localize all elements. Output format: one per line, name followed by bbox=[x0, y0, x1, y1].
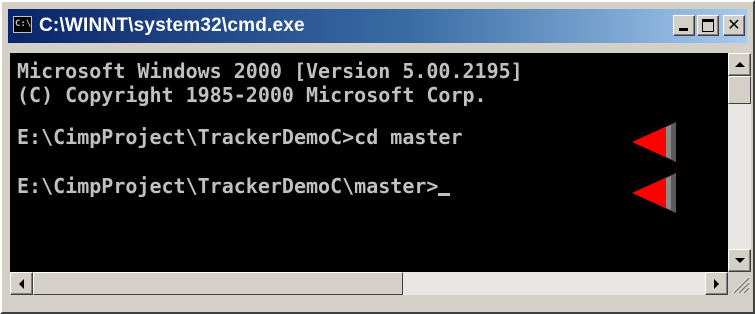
console-window-icon[interactable]: C:\ bbox=[13, 16, 32, 33]
scroll-right-arrow-icon bbox=[714, 279, 719, 289]
resize-grip[interactable] bbox=[728, 272, 751, 295]
console-output[interactable]: Microsoft Windows 2000 [Version 5.00.219… bbox=[10, 53, 728, 272]
window-title: C:\WINNT\system32\cmd.exe bbox=[39, 15, 305, 36]
maximize-button[interactable] bbox=[697, 15, 719, 36]
resize-grip-icon bbox=[732, 276, 750, 294]
title-bar[interactable]: C:\ C:\WINNT\system32\cmd.exe ✕ bbox=[8, 9, 747, 43]
text-cursor bbox=[438, 193, 451, 196]
scroll-up-arrow-icon bbox=[735, 62, 745, 67]
console-line-copyright: (C) Copyright 1985-2000 Microsoft Corp. bbox=[17, 83, 487, 107]
console-line-command: E:\CimpProject\TrackerDemoC>cd master bbox=[17, 125, 463, 149]
scroll-left-button[interactable] bbox=[10, 272, 33, 295]
minimize-icon bbox=[679, 28, 688, 31]
scroll-right-button[interactable] bbox=[705, 272, 728, 295]
close-icon: ✕ bbox=[727, 15, 741, 34]
red-arrow-pointer-icon bbox=[632, 122, 676, 162]
prompt-text: E:\CimpProject\TrackerDemoC\master> bbox=[17, 174, 439, 198]
scroll-down-arrow-icon bbox=[735, 258, 745, 263]
scroll-down-button[interactable] bbox=[728, 249, 751, 272]
maximize-icon bbox=[702, 19, 714, 32]
horizontal-scrollbar[interactable] bbox=[10, 272, 728, 295]
console-line-prompt: E:\CimpProject\TrackerDemoC\master> bbox=[17, 174, 451, 198]
scroll-up-button[interactable] bbox=[728, 53, 751, 76]
close-button[interactable]: ✕ bbox=[723, 15, 745, 36]
cmd-window: C:\ C:\WINNT\system32\cmd.exe ✕ Microsof… bbox=[0, 0, 755, 314]
minimize-button[interactable] bbox=[673, 15, 695, 36]
vertical-scroll-thumb[interactable] bbox=[728, 76, 751, 104]
scroll-left-arrow-icon bbox=[19, 279, 24, 289]
red-arrow-pointer-icon bbox=[632, 173, 676, 213]
console-line-version: Microsoft Windows 2000 [Version 5.00.219… bbox=[17, 59, 523, 83]
vertical-scrollbar[interactable] bbox=[728, 53, 751, 272]
horizontal-scroll-thumb[interactable] bbox=[33, 272, 403, 295]
